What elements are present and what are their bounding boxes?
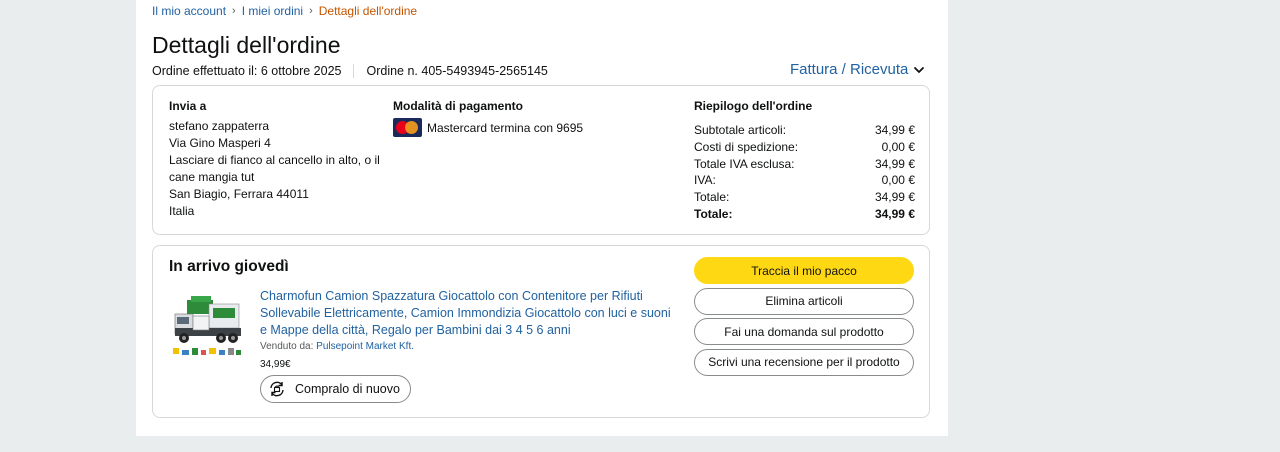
summary-header: Riepilogo dell'ordine [694,99,813,113]
shipping-country: Italia [169,204,195,218]
track-package-button[interactable]: Traccia il mio pacco [694,257,914,284]
summary-value: 34,99 € [874,206,915,221]
delete-items-button[interactable]: Elimina articoli [694,287,914,315]
summary-label: Totale: [694,206,733,221]
payment-header: Modalità di pagamento [393,99,524,113]
summary-label: Costi di spedizione: [694,139,799,154]
summary-row: IVA: 0,00 € [694,172,915,189]
summary-value: 0,00 € [881,139,915,154]
buy-again-label: Compralo di nuovo [295,382,400,396]
seller-info: Venduto da: Pulsepoint Market Kft. [260,341,414,352]
summary-row: Totale IVA esclusa: 34,99 € [694,156,915,173]
seller-link[interactable]: Pulsepoint Market Kft. [316,341,414,352]
invoice-dropdown[interactable]: Fattura / Ricevuta [790,61,925,78]
order-number: Ordine n. 405-5493945-2565145 [366,64,548,78]
breadcrumb-my-orders[interactable]: I miei ordini [242,4,303,18]
breadcrumb-current: Dettagli dell'ordine [318,4,418,18]
payment-method: Modalità di pagamento Mastercard termina… [393,98,583,137]
summary-label: Totale: [694,190,730,205]
summary-row: Costi di spedizione: 0,00 € [694,139,915,156]
buy-again-icon [270,381,284,397]
payment-card: Mastercard termina con 9695 [427,120,584,135]
order-date: Ordine effettuato il: 6 ottobre 2025 [152,64,342,78]
summary-grand-total: Totale: 34,99 € [694,206,915,223]
invoice-label: Fattura / Ricevuta [790,61,909,78]
breadcrumb-separator: › [232,5,236,17]
write-review-button[interactable]: Scrivi una recensione per il prodotto [694,348,914,376]
breadcrumb-my-account[interactable]: Il mio account [152,4,226,18]
shipping-notes: Lasciare di fianco al cancello in alto, … [169,153,380,184]
product-price: 34,99€ [260,359,291,370]
chevron-down-icon [914,66,925,73]
order-details-page: Il mio account › I miei ordini › Dettagl… [136,0,948,436]
product-title-link[interactable]: Charmofun Camion Spazzatura Giocattolo c… [260,288,680,339]
breadcrumb: Il mio account › I miei ordini › Dettagl… [152,4,417,18]
product-image[interactable] [169,290,243,364]
shipping-address: Invia a stefano zappaterra Via Gino Masp… [169,98,384,220]
summary-row: Subtotale articoli: 34,99 € [694,122,915,139]
buy-again-button[interactable]: Compralo di nuovo [260,375,411,403]
delivery-status: In arrivo giovedì [169,258,289,275]
summary-value: 34,99 € [874,156,915,171]
breadcrumb-separator: › [309,5,313,17]
page-title: Dettagli dell'ordine [152,32,341,58]
order-meta: Ordine effettuato il: 6 ottobre 2025 Ord… [152,64,548,78]
shipment-box: In arrivo giovedì Charmofun Camion Spazz… [152,245,930,418]
shipping-name: stefano zappaterra [169,119,270,133]
ask-product-question-button[interactable]: Fai una domanda sul prodotto [694,318,914,345]
summary-label: IVA: [694,173,716,188]
summary-value: 34,99 € [874,123,915,137]
shipping-street: Via Gino Masperi 4 [169,136,271,150]
summary-value: 34,99 € [874,190,915,205]
summary-value: 0,00 € [881,173,915,188]
shipment-actions: Traccia il mio pacco Elimina articoli Fa… [694,257,914,379]
summary-row: Totale: 34,99 € [694,189,915,206]
order-info-box: Invia a stefano zappaterra Via Gino Masp… [152,85,930,235]
shipping-city: San Biagio, Ferrara 44011 [169,187,309,201]
summary-label: Subtotale articoli: [694,123,787,137]
summary-label: Totale IVA esclusa: [694,156,795,171]
meta-divider [353,64,355,78]
mastercard-icon [393,118,422,137]
order-summary: Riepilogo dell'ordine Subtotale articoli… [694,98,915,223]
sold-by-label: Venduto da: [260,341,314,352]
shipping-header: Invia a [169,99,207,113]
